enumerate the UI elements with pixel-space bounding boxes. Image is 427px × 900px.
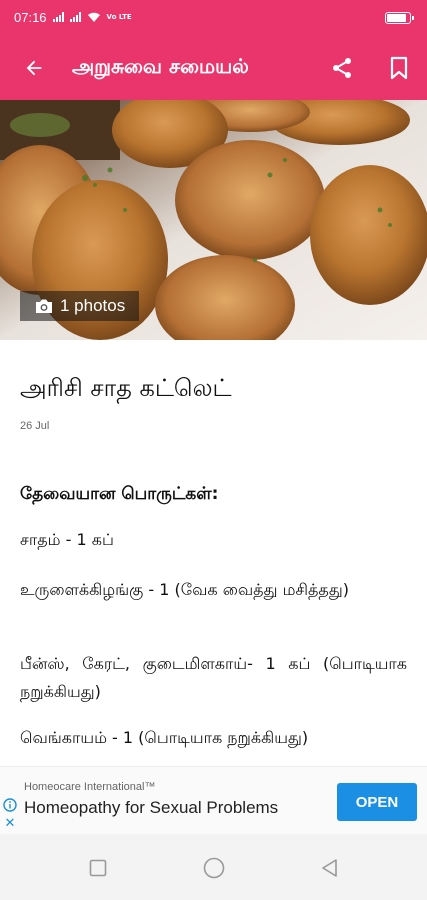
- wifi-icon: [87, 12, 100, 22]
- share-icon: [333, 58, 351, 78]
- camera-icon: [36, 299, 52, 313]
- recipe-title: அரிசி சாத கட்லெட்: [20, 374, 232, 402]
- arrow-left-icon: [26, 60, 42, 76]
- ad-close-icon[interactable]: ✕: [3, 817, 17, 831]
- status-time: 07:16: [14, 9, 47, 25]
- recipe-content: அரிசி சாத கட்லெட் 26 Jul தேவையான பொருட்க…: [0, 340, 427, 766]
- app-bar: அறுசுவை சமையல்: [0, 34, 427, 100]
- ingredients-heading: தேவையான பொருட்கள்:: [20, 484, 219, 504]
- signal-icon: [52, 12, 64, 22]
- ad-banner[interactable]: ✕ Homeocare International™ Homeopathy fo…: [0, 766, 427, 834]
- back-button[interactable]: [20, 54, 48, 82]
- home-button[interactable]: [202, 856, 226, 880]
- ingredient-item: சாதம் - 1 கப்: [20, 530, 114, 549]
- circle-icon: [203, 857, 225, 879]
- triangle-back-icon: [322, 859, 337, 877]
- nav-back-button[interactable]: [318, 856, 342, 880]
- system-nav-bar: [0, 834, 427, 900]
- photo-count-label: 1 photos: [60, 296, 126, 315]
- ingredient-item: உருளைக்கிழங்கு - 1 (வேக வைத்து மசித்தது): [20, 580, 349, 599]
- status-bar: 07:16 Vo LTE: [0, 0, 427, 34]
- ingredient-item: வெங்காயம் - 1 (பொடியாக நறுக்கியது): [20, 728, 309, 747]
- signal-icon-2: [69, 12, 81, 22]
- volte-label: Vo LTE: [106, 12, 132, 21]
- ad-info-icon[interactable]: [3, 798, 17, 812]
- recent-apps-button[interactable]: [86, 856, 110, 880]
- battery-icon: [385, 12, 414, 24]
- ingredient-item: பீன்ஸ், கேரட், குடைமிளகாய்- 1 கப் (பொடிய…: [20, 654, 407, 701]
- ad-open-button[interactable]: OPEN: [337, 783, 417, 821]
- photo-count-chip[interactable]: 1 photos: [20, 291, 140, 321]
- recipe-date: 26 Jul: [20, 420, 50, 432]
- recipe-photo[interactable]: 1 photos: [0, 100, 427, 340]
- bookmark-icon: [390, 56, 408, 80]
- bookmark-button[interactable]: [385, 54, 413, 82]
- ad-advertiser: Homeocare International™: [24, 781, 156, 793]
- square-icon: [89, 859, 107, 877]
- app-title: அறுசுவை சமையல்: [72, 54, 249, 78]
- share-button[interactable]: [328, 54, 356, 82]
- ad-headline[interactable]: Homeopathy for Sexual Problems: [24, 798, 278, 818]
